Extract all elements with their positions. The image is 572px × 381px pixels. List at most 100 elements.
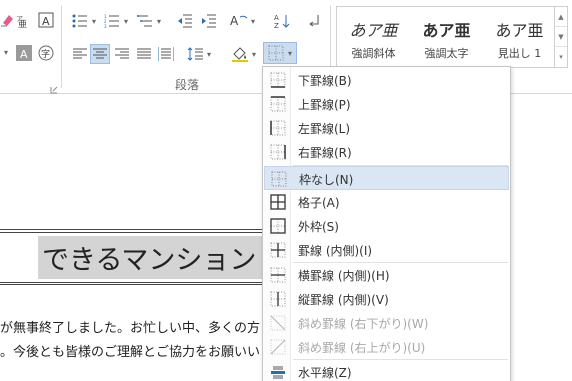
diagonal-up-border-icon: [270, 339, 286, 355]
outside-borders-icon: [270, 218, 286, 234]
style-emphasis-italic[interactable]: あア亜 強調斜体: [337, 7, 410, 67]
line-spacing-dropdown-arrow[interactable]: ▾: [205, 44, 213, 64]
character-border-icon[interactable]: A: [37, 10, 55, 30]
inside-borders-icon: [270, 242, 286, 258]
multilevel-list-icon[interactable]: [135, 12, 155, 30]
more-styles-icon[interactable]: ▾: [555, 47, 567, 67]
inside-vertical-border-icon: [270, 291, 286, 307]
menu-item-label: 水平線(Z): [298, 366, 352, 380]
right-border-icon: [270, 144, 286, 160]
justify-icon[interactable]: [134, 44, 154, 64]
inside-horizontal-border-icon: [270, 267, 286, 283]
menu-item-bottom-border[interactable]: 下罫線(B): [264, 68, 509, 92]
bullets-icon[interactable]: [70, 12, 90, 30]
svg-text:A: A: [274, 14, 279, 22]
top-border-icon: [270, 96, 286, 112]
shading-dropdown-arrow[interactable]: ▾: [250, 44, 258, 64]
numbering-icon[interactable]: 123: [102, 12, 122, 30]
font-dialog-launcher-icon[interactable]: [50, 83, 58, 94]
menu-item-label: 斜め罫線 (右下がり)(W): [298, 317, 429, 331]
multilevel-list-dropdown-arrow[interactable]: ▾: [155, 12, 163, 30]
svg-text:Z: Z: [274, 22, 279, 29]
menu-item-inside-borders[interactable]: 罫線 (内側)(I): [264, 238, 509, 262]
show-hide-marks-icon[interactable]: [305, 12, 323, 30]
asian-layout-icon[interactable]: A: [229, 12, 249, 30]
diagonal-down-border-icon: [270, 315, 286, 331]
menu-item-label: 外枠(S): [298, 220, 339, 234]
svg-text:A: A: [20, 48, 28, 61]
menu-item-label: 格子(A): [298, 196, 340, 210]
no-border-icon: [271, 171, 287, 187]
body-text-line[interactable]: が無事終了しました。お忙しい中、多くの方: [0, 317, 262, 336]
style-sample: あア亜: [349, 21, 398, 40]
menu-item-diagonal-up-border: 斜め罫線 (右上がり)(U): [264, 335, 509, 359]
menu-item-label: 左罫線(L): [298, 122, 351, 136]
menu-item-no-border[interactable]: 枠なし(N): [264, 166, 509, 190]
body-text-line[interactable]: 。今後とも皆様のご理解とご協力をお願いい: [0, 341, 262, 360]
menu-item-outside-borders[interactable]: 外枠(S): [264, 214, 509, 238]
menu-item-right-border[interactable]: 右罫線(R): [264, 140, 509, 164]
menu-item-diagonal-down-border: 斜め罫線 (右下がり)(W): [264, 311, 509, 335]
menu-item-label: 下罫線(B): [298, 74, 352, 88]
menu-item-label: 枠なし(N): [299, 173, 354, 187]
scroll-up-icon[interactable]: ▲: [555, 7, 567, 27]
enclose-character-icon[interactable]: 字: [37, 44, 55, 62]
menu-item-label: 上罫線(P): [298, 98, 351, 112]
document-title[interactable]: できるマンション: [42, 238, 262, 277]
svg-text:亜: 亜: [18, 19, 27, 28]
svg-text:3: 3: [104, 24, 107, 28]
sort-icon[interactable]: AZ: [272, 12, 292, 30]
distributed-icon[interactable]: [156, 44, 176, 64]
no-border-icon: [268, 45, 284, 61]
all-borders-icon: [270, 194, 286, 210]
svg-text:A: A: [42, 15, 50, 28]
svg-text:字: 字: [41, 48, 50, 60]
menu-item-label: 縦罫線 (内側)(V): [298, 293, 389, 307]
font-dropdown-arrow[interactable]: ▾: [2, 44, 10, 60]
title-border-top: [0, 229, 262, 230]
shading-icon[interactable]: [230, 44, 250, 64]
menu-item-horizontal-line[interactable]: 水平線(Z): [264, 360, 509, 381]
style-sample: あア亜: [495, 21, 544, 40]
increase-indent-icon[interactable]: [199, 12, 219, 30]
character-shading-icon[interactable]: A: [15, 44, 33, 62]
style-sample: あア亜: [422, 21, 471, 40]
menu-item-label: 右罫線(R): [298, 146, 352, 160]
group-divider: [61, 6, 62, 88]
menu-item-left-border[interactable]: 左罫線(L): [264, 116, 509, 140]
styles-gallery: あア亜 強調斜体 あア亜 強調太字 あア亜 見出し 1 ▲ ▼ ▾: [336, 6, 568, 68]
menu-item-label: 斜め罫線 (右上がり)(U): [298, 341, 426, 355]
menu-item-label: 横罫線 (内側)(H): [298, 269, 390, 283]
style-emphasis-bold[interactable]: あア亜 強調太字: [410, 7, 483, 67]
align-left-icon[interactable]: [70, 44, 90, 64]
menu-item-label: 罫線 (内側)(I): [298, 244, 373, 258]
numbering-dropdown-arrow[interactable]: ▾: [122, 12, 130, 30]
menu-item-top-border[interactable]: 上罫線(P): [264, 92, 509, 116]
menu-item-inside-horizontal-border[interactable]: 横罫線 (内側)(H): [264, 263, 509, 287]
phonetic-guide-icon[interactable]: ア亜: [14, 10, 30, 30]
bullets-dropdown-arrow[interactable]: ▾: [90, 12, 98, 30]
menu-item-all-borders[interactable]: 格子(A): [264, 190, 509, 214]
bottom-border-icon: [270, 72, 286, 88]
decrease-indent-icon[interactable]: [175, 12, 195, 30]
styles-scrollbar[interactable]: ▲ ▼ ▾: [554, 7, 567, 67]
paragraph-group-label: 段落: [175, 78, 200, 92]
borders-button[interactable]: ▾: [263, 42, 297, 64]
style-heading-1[interactable]: あア亜 見出し 1: [483, 7, 556, 67]
borders-dropdown-menu: 下罫線(B) 上罫線(P) 左罫線(L) 右罫線(R) 枠なし(N) 格子(A)…: [262, 66, 511, 381]
style-name: 強調斜体: [351, 47, 396, 60]
style-name: 見出し 1: [497, 47, 542, 60]
line-spacing-icon[interactable]: [185, 44, 205, 64]
eraser-icon[interactable]: [0, 10, 14, 30]
align-right-icon[interactable]: [112, 44, 132, 64]
align-center-icon[interactable]: [90, 44, 110, 64]
scroll-down-icon[interactable]: ▼: [555, 27, 567, 47]
menu-item-inside-vertical-border[interactable]: 縦罫線 (内側)(V): [264, 287, 509, 311]
borders-dropdown-arrow[interactable]: ▾: [288, 49, 292, 58]
svg-text:A: A: [230, 14, 239, 28]
asian-layout-dropdown-arrow[interactable]: ▾: [249, 12, 257, 30]
horizontal-line-icon: [270, 364, 286, 380]
style-name: 強調太字: [424, 47, 469, 60]
left-border-icon: [270, 120, 286, 136]
title-border-bottom: [0, 284, 262, 285]
